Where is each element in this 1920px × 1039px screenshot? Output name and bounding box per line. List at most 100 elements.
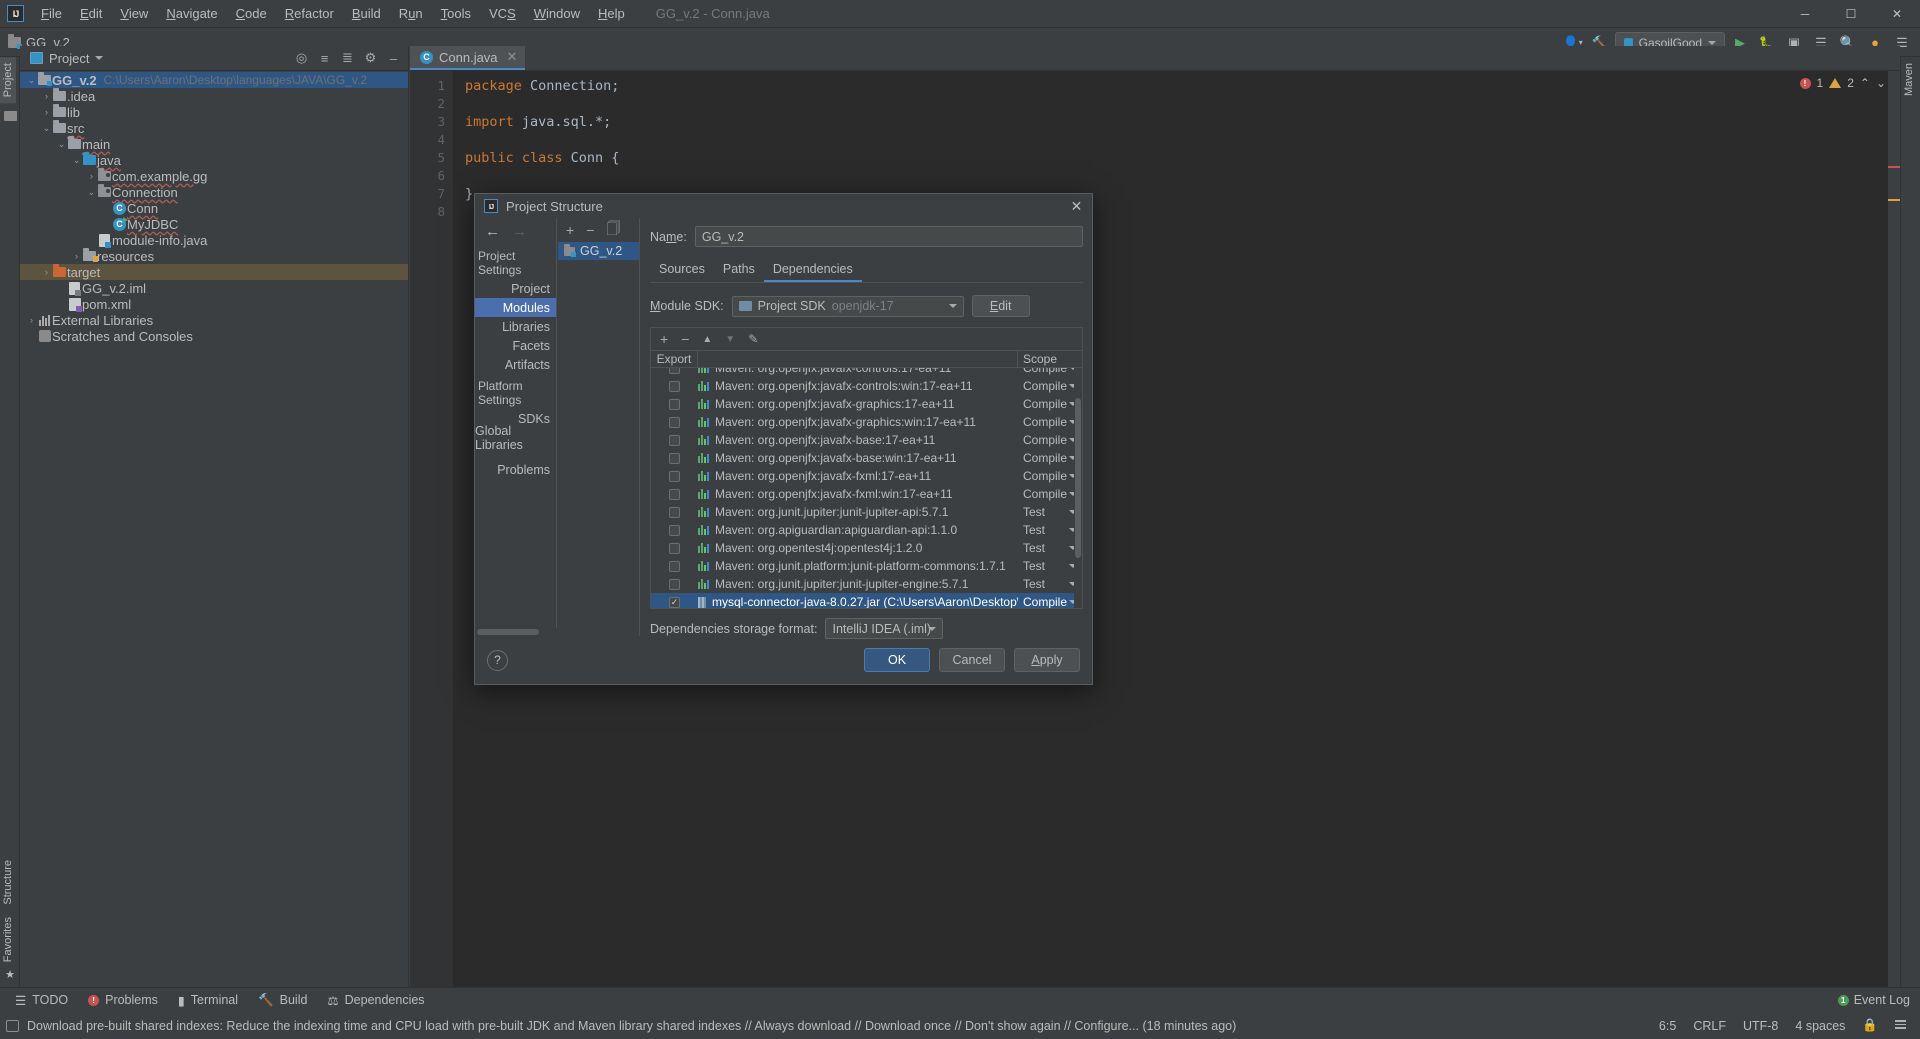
menu-edit[interactable]: Edit: [71, 2, 111, 25]
menu-view[interactable]: View: [111, 2, 157, 25]
nav-item-facets[interactable]: Facets: [475, 336, 556, 355]
chevron-down-icon[interactable]: ⌄: [86, 187, 97, 198]
expand-all-icon[interactable]: ≣: [337, 48, 358, 69]
lock-icon[interactable]: 🔒: [1862, 1018, 1878, 1033]
dependency-scope-combo[interactable]: Test: [1018, 505, 1082, 519]
chevron-right-icon[interactable]: ›: [41, 107, 52, 117]
dependency-export-checkbox[interactable]: [651, 524, 698, 536]
nav-item-modules[interactable]: Modules: [475, 298, 556, 317]
ok-button[interactable]: OK: [864, 648, 930, 672]
tree-node[interactable]: › resources: [20, 248, 408, 264]
tool-window-todo[interactable]: ☰ TODO: [6, 990, 77, 1011]
nav-item-artifacts[interactable]: Artifacts: [475, 355, 556, 374]
dependency-row[interactable]: Maven: org.openjfx:javafx-graphics:17-ea…: [651, 395, 1082, 413]
event-log-button[interactable]: 1 Event Log: [1837, 993, 1910, 1007]
hide-panel-icon[interactable]: –: [383, 48, 404, 69]
nav-scrollbar-thumb[interactable]: [477, 629, 539, 635]
dependency-row[interactable]: Maven: org.openjfx:javafx-controls:17-ea…: [651, 368, 1082, 377]
tree-node[interactable]: Scratches and Consoles: [20, 328, 408, 344]
dependency-row[interactable]: Maven: org.junit.jupiter:junit-jupiter-e…: [651, 575, 1082, 593]
chevron-down-icon[interactable]: ⌄: [56, 139, 67, 150]
error-marker[interactable]: [1888, 166, 1900, 168]
cancel-button[interactable]: Cancel: [939, 648, 1005, 672]
menu-help[interactable]: Help: [589, 2, 634, 25]
dependency-scope-combo[interactable]: Compile: [1018, 451, 1082, 465]
tab-paths[interactable]: Paths: [714, 258, 764, 282]
code-line[interactable]: [465, 131, 1900, 149]
tool-window-problems[interactable]: ! Problems: [79, 990, 167, 1010]
dependency-row[interactable]: Maven: org.opentest4j:opentest4j:1.2.0 Te…: [651, 539, 1082, 557]
nav-item-problems[interactable]: Problems: [475, 460, 556, 479]
module-name-input[interactable]: GG_v.2: [694, 226, 1083, 247]
dependency-export-checkbox[interactable]: [651, 434, 698, 446]
tree-node[interactable]: module-info.java: [20, 232, 408, 248]
dependency-export-checkbox[interactable]: [651, 368, 698, 374]
menu-window[interactable]: Window: [525, 2, 589, 25]
project-panel-title[interactable]: Project: [30, 51, 104, 66]
dependency-export-checkbox[interactable]: ✓: [651, 596, 698, 608]
dependency-row[interactable]: Maven: org.openjfx:javafx-graphics:win:1…: [651, 413, 1082, 431]
dependency-scope-combo[interactable]: Compile: [1018, 397, 1082, 411]
module-list-item[interactable]: GG_v.2: [558, 242, 639, 260]
dependency-export-checkbox[interactable]: [651, 470, 698, 482]
module-sdk-combo[interactable]: Project SDK openjdk-17: [731, 295, 964, 317]
dependencies-list[interactable]: Maven: org.openjfx:javafx-controls:17-ea…: [651, 368, 1082, 608]
dialog-close-icon[interactable]: ✕: [1067, 197, 1086, 216]
move-up-icon[interactable]: ▲: [702, 334, 712, 345]
chevron-right-icon[interactable]: ›: [41, 267, 52, 277]
remove-dependency-icon[interactable]: −: [681, 331, 689, 347]
back-arrow-icon[interactable]: ←: [485, 223, 500, 240]
menu-tools[interactable]: Tools: [432, 2, 480, 25]
tree-node[interactable]: › com.example.gg: [20, 168, 408, 184]
tree-node[interactable]: › target: [20, 264, 408, 280]
dependency-scope-combo[interactable]: Test: [1018, 523, 1082, 537]
column-header-name[interactable]: [698, 351, 1018, 367]
chevron-down-icon[interactable]: ⌄: [41, 123, 52, 134]
dependency-row[interactable]: Maven: org.junit.platform:junit-platform…: [651, 557, 1082, 575]
code-line[interactable]: package Connection;: [465, 77, 1900, 95]
dependency-scope-combo[interactable]: Compile: [1018, 433, 1082, 447]
settings-gear-icon[interactable]: ⚙: [360, 48, 381, 69]
dependency-export-checkbox[interactable]: [651, 398, 698, 410]
edit-sdk-button[interactable]: Edit: [971, 295, 1030, 317]
maximize-button[interactable]: ☐: [1828, 0, 1874, 28]
tree-node[interactable]: ⌄ main: [20, 136, 408, 152]
tree-node[interactable]: › .idea: [20, 88, 408, 104]
code-line[interactable]: import java.sql.*;: [465, 113, 1900, 131]
dependency-scope-combo[interactable]: Compile: [1018, 487, 1082, 501]
dependency-export-checkbox[interactable]: [651, 488, 698, 500]
chevron-right-icon[interactable]: ›: [71, 251, 82, 261]
collapse-all-icon[interactable]: ≡: [314, 48, 335, 69]
tree-node[interactable]: ⌄ GG_v.2 C:\Users\Aaron\Desktop\languages\…: [20, 72, 408, 88]
line-separator[interactable]: CRLF: [1693, 1019, 1726, 1033]
tree-node[interactable]: › External Libraries: [20, 312, 408, 328]
dependency-scope-combo[interactable]: Compile: [1018, 379, 1082, 393]
close-icon[interactable]: ✕: [507, 49, 518, 65]
dependency-row[interactable]: Maven: org.openjfx:javafx-fxml:17-ea+11 C…: [651, 467, 1082, 485]
tool-tab-project[interactable]: Project: [0, 57, 16, 104]
add-module-icon[interactable]: +: [566, 222, 574, 238]
tree-node[interactable]: C Conn: [20, 200, 408, 216]
menu-vcs[interactable]: VCS: [480, 2, 525, 25]
move-down-icon[interactable]: ▼: [725, 334, 735, 345]
dependency-row[interactable]: Maven: org.apiguardian:apiguardian-api:1…: [651, 521, 1082, 539]
tree-node[interactable]: ⌄ java: [20, 152, 408, 168]
dependency-row[interactable]: ✓ mysql-connector-java-8.0.27.jar (C:\Use…: [651, 593, 1082, 608]
target-icon[interactable]: ◎: [291, 48, 312, 69]
dependency-export-checkbox[interactable]: [651, 542, 698, 554]
inspection-summary[interactable]: ! 1 2 ⌃ ⌄: [1799, 76, 1886, 90]
edit-pencil-icon[interactable]: ✎: [748, 332, 758, 346]
apply-button[interactable]: Apply: [1014, 648, 1080, 672]
dependency-scope-combo[interactable]: Test: [1018, 541, 1082, 555]
code-line[interactable]: public class Conn {: [465, 149, 1900, 167]
chevron-right-icon[interactable]: ›: [26, 315, 37, 325]
code-line[interactable]: [465, 95, 1900, 113]
copy-module-icon[interactable]: 🗍: [606, 218, 620, 242]
dependency-row[interactable]: Maven: org.openjfx:javafx-controls:win:1…: [651, 377, 1082, 395]
dependency-export-checkbox[interactable]: [651, 380, 698, 392]
dependency-export-checkbox[interactable]: [651, 560, 698, 572]
menu-icon[interactable]: [1895, 1020, 1906, 1031]
caret-position[interactable]: 6:5: [1659, 1019, 1676, 1033]
menu-code[interactable]: Code: [227, 2, 276, 25]
dependency-export-checkbox[interactable]: [651, 416, 698, 428]
